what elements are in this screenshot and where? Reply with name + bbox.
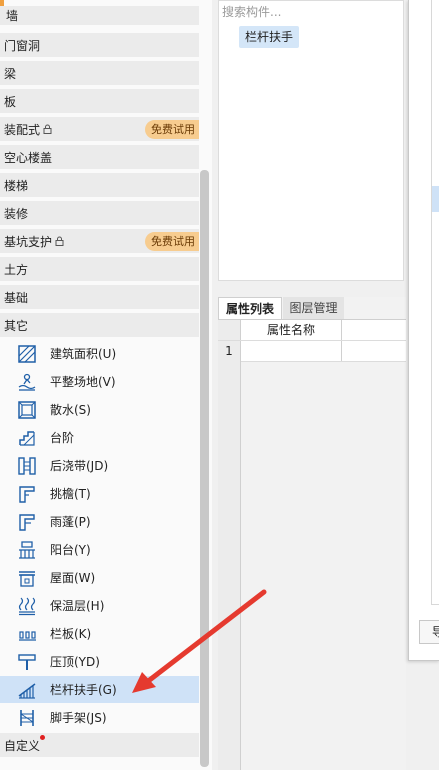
tab-attribute-list[interactable]: 属性列表 [218,297,282,319]
category-beam[interactable]: 梁 [0,61,199,86]
category-label: 空心楼盖 [4,150,53,165]
free-trial-badge[interactable]: 免费试用 [145,120,199,139]
item-label: 建筑面积(U) [50,347,117,361]
category-pit-support[interactable]: 基坑支护 免费试用 [0,229,199,254]
item-building-area[interactable]: 建筑面积(U) [0,340,199,367]
parapet-panel-icon [19,631,36,641]
item-site-leveling[interactable]: 平整场地(V) [0,368,199,395]
item-coping[interactable]: 压顶(YD) [0,648,199,675]
category-label: 基础 [4,290,29,305]
balcony-icon [19,541,35,559]
column-header-name[interactable]: 属性名称 [241,320,342,340]
item-balcony[interactable]: 阳台(Y) [0,536,199,563]
item-roof[interactable]: 屋面(W) [0,564,199,591]
item-railing-handrail[interactable]: 栏杆扶手(G) [0,676,199,703]
canopy-icon [19,514,35,531]
item-insulation-layer[interactable]: 保温层(H) [0,592,199,619]
item-label: 后浇带(JD) [50,459,109,473]
tab-layer-management[interactable]: 图层管理 [283,297,344,319]
category-stairs[interactable]: 楼梯 [0,173,199,198]
steps-icon [19,431,35,446]
category-label: 梁 [4,66,17,81]
item-label: 保温层(H) [50,599,105,613]
table-row[interactable]: 1 [218,341,406,362]
railing-handrail-icon [18,683,36,699]
cornice-icon [19,486,35,503]
post-pour-strip-icon [18,457,36,475]
item-label: 屋面(W) [50,571,96,585]
tree-scrollbar[interactable] [200,170,209,767]
item-canopy[interactable]: 雨蓬(P) [0,508,199,535]
site-leveling-icon [18,373,36,391]
category-label: 土方 [4,262,29,277]
item-label: 压顶(YD) [50,655,100,669]
item-cornice[interactable]: 挑檐(T) [0,480,199,507]
category-hollow-floor[interactable]: 空心楼盖 [0,145,199,170]
free-trial-badge[interactable]: 免费试用 [145,232,199,251]
roof-icon [19,571,35,587]
item-label: 台阶 [50,431,75,445]
properties-panel: 属性列表 图层管理 属性名称 1 [218,297,406,770]
lock-icon [55,236,64,246]
insulation-layer-icon [18,597,36,616]
item-label: 挑檐(T) [50,487,91,501]
dialog-list-selected-row[interactable] [432,186,439,212]
category-label: 装配式 [4,122,41,137]
category-label: 板 [4,94,17,109]
notification-dot [40,735,45,740]
component-panel: 栏杆扶手 属性列表 图层管理 属性名称 1 [216,0,406,770]
item-label: 平整场地(V) [50,375,116,389]
component-search-area: 栏杆扶手 [218,0,404,281]
dialog-button[interactable]: 导 [419,620,439,644]
apron-icon [18,401,36,419]
category-earthwork[interactable]: 土方 [0,257,199,282]
coping-icon [18,654,36,670]
corner-cell [218,320,241,340]
search-input[interactable] [222,3,392,21]
category-label: 其它 [4,318,29,333]
item-label: 阳台(Y) [50,543,91,557]
category-wall[interactable]: 墙 [0,6,199,26]
category-label: 自定义 [4,738,41,753]
category-other[interactable]: 其它 [0,313,199,338]
item-label: 脚手架(JS) [50,711,107,725]
item-post-pour-strip[interactable]: 后浇带(JD) [0,452,199,479]
category-slab[interactable]: 板 [0,89,199,114]
category-label: 基坑支护 [4,234,53,249]
category-foundation[interactable]: 基础 [0,285,199,310]
item-label: 散水(S) [50,403,91,417]
category-label: 楼梯 [4,178,29,193]
category-label: 装修 [4,206,29,221]
item-parapet-panel[interactable]: 栏板(K) [0,620,199,647]
item-label: 栏杆扶手(G) [50,683,117,697]
scaffold-icon [20,710,34,726]
row-header-strip [218,361,241,770]
category-label: 墙 [6,9,19,23]
category-prefabricated[interactable]: 装配式 免费试用 [0,117,199,142]
table-header-row: 属性名称 [218,320,406,341]
property-name-cell[interactable] [241,341,342,361]
category-door-window-opening[interactable]: 门窗洞 [0,33,199,58]
building-area-icon [18,345,36,363]
item-steps[interactable]: 台阶 [0,424,199,451]
item-label: 雨蓬(P) [50,515,91,529]
item-label: 栏板(K) [50,627,92,641]
category-label: 门窗洞 [4,38,41,53]
item-apron[interactable]: 散水(S) [0,396,199,423]
dialog-list [431,0,439,605]
dialog-window: 导 [408,0,439,661]
category-custom[interactable]: 自定义 [0,733,199,758]
properties-table: 属性名称 1 [218,319,406,362]
component-tree-panel: 墙 门窗洞 梁 板 装配式 免费试用 空心楼盖 楼梯 装修 基坑支护 免费试用 … [0,0,212,770]
category-decoration[interactable]: 装修 [0,201,199,226]
item-scaffold[interactable]: 脚手架(JS) [0,704,199,731]
lock-icon [43,124,52,134]
row-number: 1 [218,341,241,361]
component-chip[interactable]: 栏杆扶手 [239,26,300,48]
